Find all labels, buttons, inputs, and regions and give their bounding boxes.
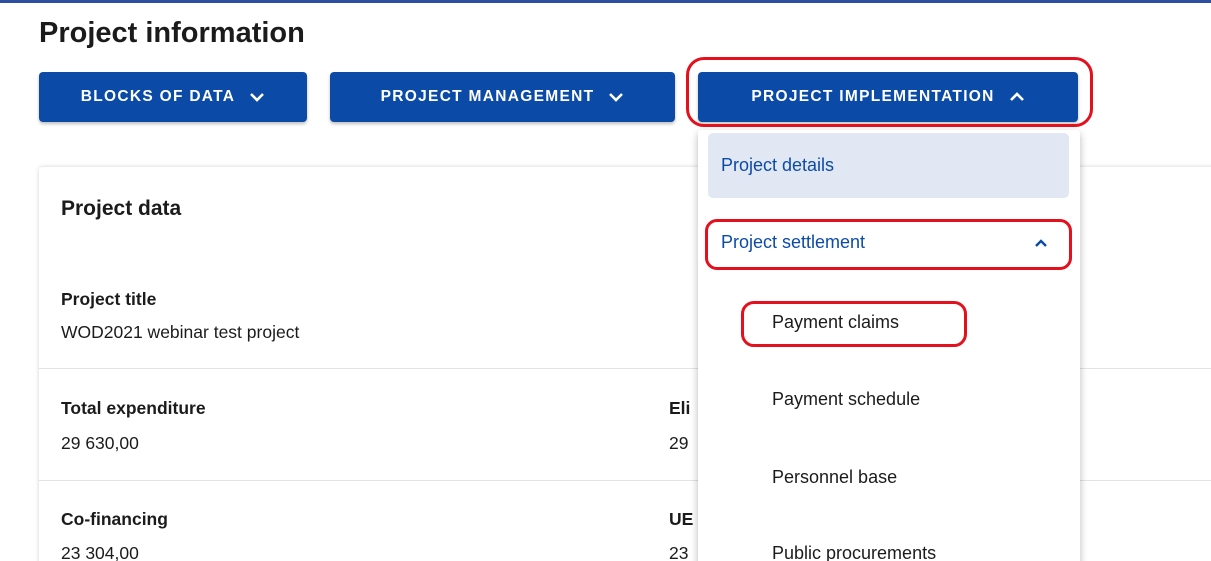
top-border	[0, 0, 1211, 3]
menu-item-payment-schedule[interactable]: Payment schedule	[772, 389, 920, 410]
total-expenditure-label: Total expenditure	[61, 398, 206, 418]
menu-group-label: Project settlement	[721, 232, 866, 252]
eligible-expenditure-value: 29	[669, 433, 689, 453]
menu-group-project-settlement[interactable]: Project settlement	[708, 220, 1069, 266]
chevron-up-icon	[1009, 92, 1024, 101]
cofinancing-value: 23 304,00	[61, 543, 139, 561]
menu-item-payment-claims[interactable]: Payment claims	[772, 312, 899, 333]
chevron-down-icon	[609, 93, 624, 102]
chevron-up-icon	[1035, 239, 1047, 247]
blocks-of-data-button[interactable]: BLOCKS OF DATA	[39, 72, 307, 122]
menu-item-label: Project details	[721, 155, 835, 175]
blocks-of-data-label: BLOCKS OF DATA	[80, 88, 236, 105]
card-title: Project data	[61, 197, 182, 220]
menu-item-project-details[interactable]: Project details	[708, 133, 1069, 198]
ue-label: UE	[669, 509, 694, 529]
eligible-expenditure-label: Eli	[669, 398, 691, 418]
chevron-down-icon	[250, 93, 265, 102]
cofinancing-label: Co-financing	[61, 509, 168, 529]
project-title-label: Project title	[61, 289, 157, 309]
project-management-button[interactable]: PROJECT MANAGEMENT	[330, 72, 675, 122]
menu-item-public-procurements[interactable]: Public procurements	[772, 543, 936, 561]
project-implementation-label: PROJECT IMPLEMENTATION	[751, 88, 995, 105]
project-management-label: PROJECT MANAGEMENT	[380, 88, 595, 105]
total-expenditure-value: 29 630,00	[61, 433, 139, 453]
project-implementation-button[interactable]: PROJECT IMPLEMENTATION	[698, 72, 1078, 122]
page-title: Project information	[39, 17, 305, 49]
menu-item-personnel-base[interactable]: Personnel base	[772, 467, 897, 488]
ue-value: 23	[669, 543, 689, 561]
project-title-value: WOD2021 webinar test project	[61, 322, 300, 342]
